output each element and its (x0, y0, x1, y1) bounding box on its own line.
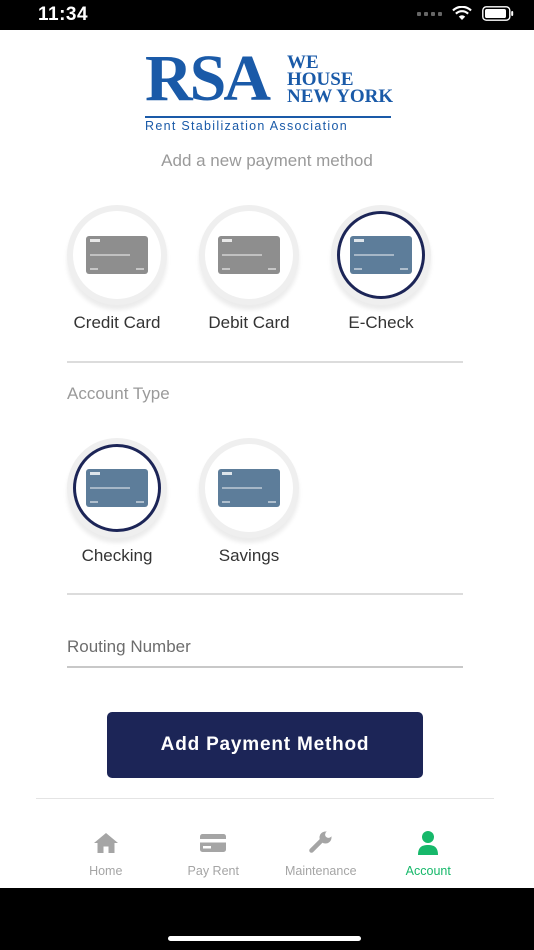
option-label: E-Check (348, 313, 414, 332)
account-option-savings[interactable]: Savings (197, 438, 301, 566)
home-indicator[interactable] (168, 936, 361, 941)
home-indicator-bar (0, 888, 534, 950)
check-icon (86, 469, 148, 507)
routing-number-field[interactable] (67, 630, 463, 668)
tab-label: Account (405, 864, 451, 878)
tab-account[interactable]: Account (375, 800, 483, 884)
tab-label: Home (89, 864, 123, 878)
option-circle[interactable] (199, 438, 299, 538)
add-payment-method-button[interactable]: Add Payment Method (107, 712, 423, 778)
credit-card-icon (86, 236, 148, 274)
routing-number-input[interactable] (67, 630, 463, 664)
user-icon (418, 831, 439, 855)
tab-label: Pay Rent (187, 864, 239, 878)
cellular-signal-icon (417, 11, 442, 16)
payment-option-e-check[interactable]: E-Check (329, 205, 433, 333)
battery-icon (482, 6, 514, 21)
rsa-logo: RSA WE HOUSE NEW YORK Rent Stabilization… (145, 42, 395, 134)
tab-home[interactable]: Home (52, 800, 160, 884)
status-icons (417, 6, 514, 21)
logo-rule (145, 116, 391, 118)
option-circle[interactable] (67, 205, 167, 305)
option-circle[interactable] (67, 438, 167, 538)
section-divider (67, 593, 463, 595)
tabbar-divider (36, 798, 494, 799)
debit-card-icon (218, 236, 280, 274)
option-label: Checking (81, 546, 153, 565)
status-time: 11:34 (38, 4, 89, 25)
add-payment-method-screen: RSA WE HOUSE NEW YORK Rent Stabilization… (0, 30, 534, 888)
tab-bar: Home Pay Rent Maintenance Account (52, 800, 482, 884)
logo-mark: RSA (145, 42, 271, 115)
account-type-label: Account Type (67, 384, 170, 403)
wifi-icon (452, 6, 472, 20)
account-option-checking[interactable]: Checking (65, 438, 169, 566)
logo-tagline: Rent Stabilization Association (145, 119, 348, 133)
check-icon (218, 469, 280, 507)
home-icon (93, 833, 118, 853)
option-label: Debit Card (208, 313, 290, 332)
tab-label: Maintenance (284, 864, 357, 878)
card-icon (200, 834, 227, 852)
status-bar: 11:34 (0, 0, 534, 30)
tab-maintenance[interactable]: Maintenance (267, 800, 375, 884)
payment-option-debit-card[interactable]: Debit Card (197, 205, 301, 333)
logo-words: WE HOUSE NEW YORK (287, 53, 394, 107)
section-divider (67, 361, 463, 363)
check-icon (350, 236, 412, 274)
logo-word: NEW YORK (287, 86, 394, 107)
payment-option-credit-card[interactable]: Credit Card (65, 205, 169, 333)
option-label: Savings (218, 546, 280, 565)
option-circle[interactable] (331, 205, 431, 305)
tab-pay-rent[interactable]: Pay Rent (160, 800, 268, 884)
option-label: Credit Card (73, 313, 161, 332)
option-circle[interactable] (199, 205, 299, 305)
page-subtitle: Add a new payment method (161, 151, 373, 170)
wrench-icon (309, 831, 332, 853)
